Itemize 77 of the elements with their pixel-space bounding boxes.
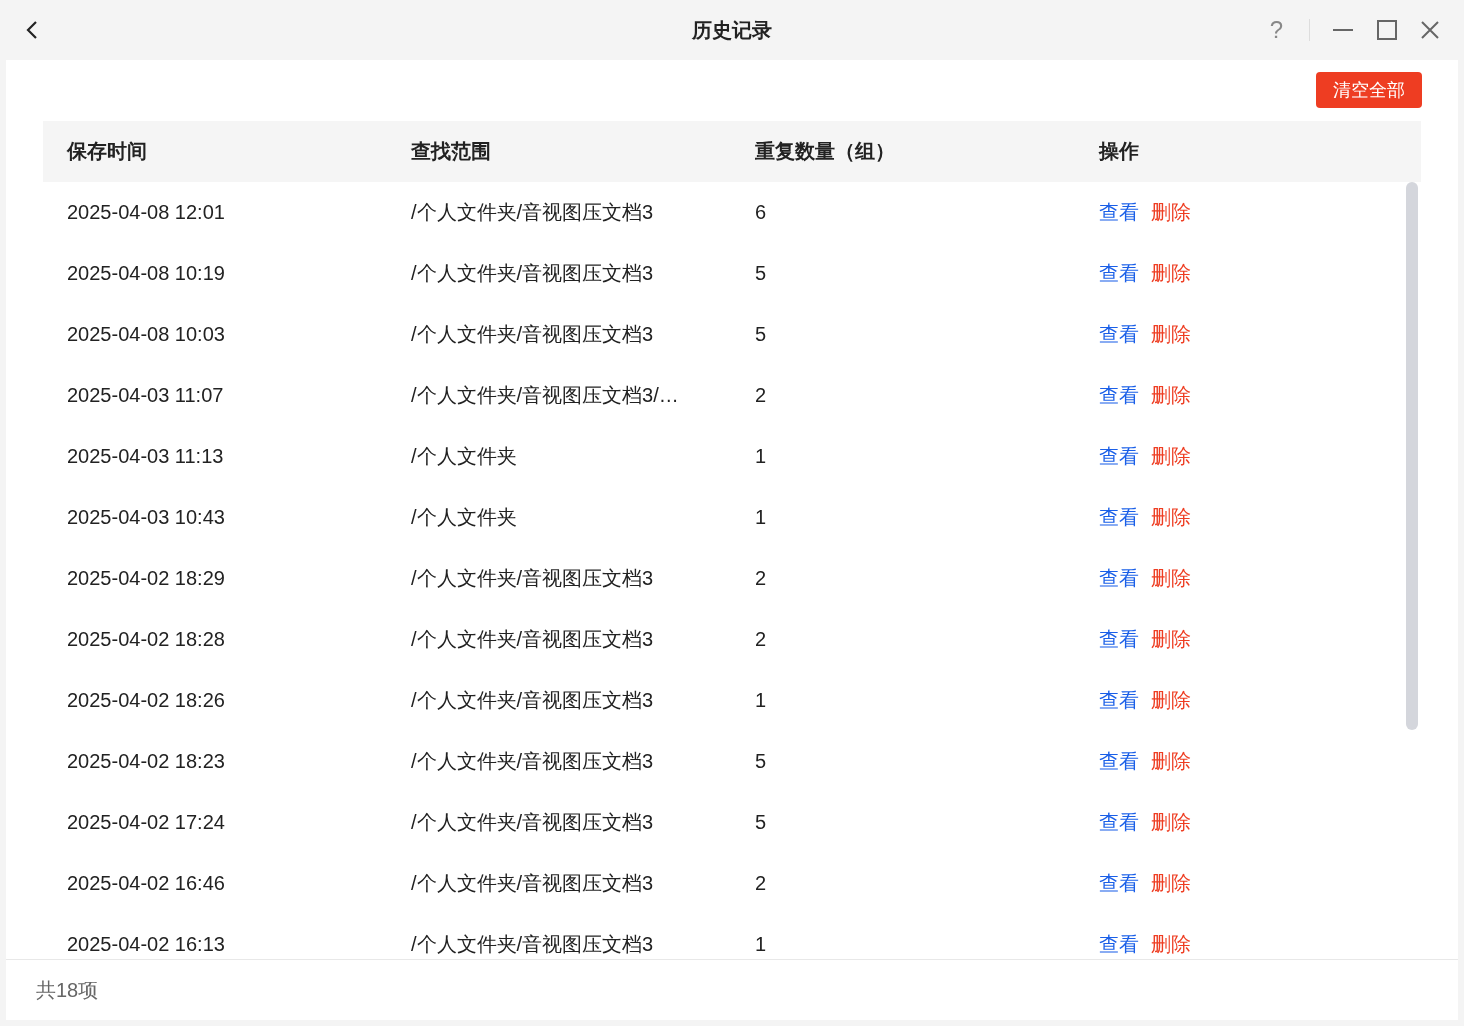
clear-all-button[interactable]: 清空全部 xyxy=(1316,72,1422,108)
view-link[interactable]: 查看 xyxy=(1099,626,1139,653)
table-cell-text: 2025-04-03 11:07 xyxy=(67,384,225,407)
table-cell-text: /个人文件夹 xyxy=(411,505,518,530)
column-header: 操作 xyxy=(1099,139,1140,164)
table-cell-text: /个人文件夹/音视图压文档3 xyxy=(411,566,655,591)
table-cell-text: 2025-04-02 18:28 xyxy=(67,628,226,651)
delete-link[interactable]: 删除 xyxy=(1151,687,1191,714)
view-link[interactable]: 查看 xyxy=(1099,199,1139,226)
table-cell-text: 2025-04-02 16:46 xyxy=(67,872,226,895)
table-cell-text: /个人文件夹 xyxy=(411,444,518,469)
table-cell-text: 2 xyxy=(755,628,768,651)
table-cell-text: 2 xyxy=(755,872,768,895)
table-cell-text: /个人文件夹/音视图压文档3 xyxy=(411,810,655,835)
table-cell-text: 2025-04-02 18:26 xyxy=(67,689,226,712)
table-cell-text: 2025-04-03 10:43 xyxy=(67,506,226,529)
table-cell-text: 2025-04-08 10:03 xyxy=(67,323,226,346)
close-icon[interactable] xyxy=(1420,20,1440,40)
table-cell-text: /个人文件夹/音视图压文档3 xyxy=(411,261,655,286)
delete-link[interactable]: 删除 xyxy=(1151,626,1191,653)
table-cell-text: /个人文件夹/音视图压文档3 xyxy=(411,200,655,225)
delete-link[interactable]: 删除 xyxy=(1151,443,1191,470)
delete-link[interactable]: 删除 xyxy=(1151,260,1191,287)
column-header: 查找范围 xyxy=(411,139,492,164)
view-link[interactable]: 查看 xyxy=(1099,809,1139,836)
table-cell-text: 5 xyxy=(755,262,768,285)
table-cell-text: 2 xyxy=(755,567,768,590)
column-header: 重复数量（组） xyxy=(755,139,896,164)
view-link[interactable]: 查看 xyxy=(1099,504,1139,531)
table-cell-text: 6 xyxy=(755,201,768,224)
scrollbar-thumb[interactable] xyxy=(1406,182,1418,730)
view-link[interactable]: 查看 xyxy=(1099,687,1139,714)
window-title: 历史记录 xyxy=(692,17,772,43)
view-link[interactable]: 查看 xyxy=(1099,565,1139,592)
item-count: 共18项 xyxy=(36,977,99,1003)
view-link[interactable]: 查看 xyxy=(1099,382,1139,409)
table-cell-text: /个人文件夹/音视图压文档3/… xyxy=(411,383,680,408)
table-cell-text: 2025-04-02 18:29 xyxy=(67,567,226,590)
table-cell-text: 2025-04-03 11:13 xyxy=(67,445,225,468)
table-cell-text: /个人文件夹/音视图压文档3 xyxy=(411,688,655,713)
delete-link[interactable]: 删除 xyxy=(1151,382,1191,409)
table-cell-text: 2025-04-02 17:24 xyxy=(67,811,226,834)
delete-link[interactable]: 删除 xyxy=(1151,565,1191,592)
view-link[interactable]: 查看 xyxy=(1099,931,1139,958)
view-link[interactable]: 查看 xyxy=(1099,260,1139,287)
table-cell-text: 2 xyxy=(755,384,768,407)
table-cell-text: 1 xyxy=(755,933,768,956)
table-cell-text: 1 xyxy=(755,506,768,529)
table-cell-text: /个人文件夹/音视图压文档3 xyxy=(411,932,655,957)
delete-link[interactable]: 删除 xyxy=(1151,199,1191,226)
maximize-icon[interactable] xyxy=(1376,19,1398,41)
column-header: 保存时间 xyxy=(67,139,148,164)
delete-link[interactable]: 删除 xyxy=(1151,321,1191,348)
view-link[interactable]: 查看 xyxy=(1099,443,1139,470)
table-cell-text: 2025-04-08 12:01 xyxy=(67,201,226,224)
delete-link[interactable]: 删除 xyxy=(1151,931,1191,958)
table-cell-text: 1 xyxy=(755,689,768,712)
delete-link[interactable]: 删除 xyxy=(1151,870,1191,897)
table-cell-text: /个人文件夹/音视图压文档3 xyxy=(411,749,655,774)
delete-link[interactable]: 删除 xyxy=(1151,748,1191,775)
table-cell-text: /个人文件夹/音视图压文档3 xyxy=(411,627,655,652)
view-link[interactable]: 查看 xyxy=(1099,321,1139,348)
table-cell-text: 5 xyxy=(755,811,768,834)
help-button[interactable]: ? xyxy=(1265,16,1287,44)
table-cell-text: 2025-04-02 16:13 xyxy=(67,933,226,956)
table-cell-text: /个人文件夹/音视图压文档3 xyxy=(411,322,655,347)
table-cell-text: 5 xyxy=(755,323,768,346)
delete-link[interactable]: 删除 xyxy=(1151,809,1191,836)
view-link[interactable]: 查看 xyxy=(1099,870,1139,897)
table-cell-text: 1 xyxy=(755,445,768,468)
delete-link[interactable]: 删除 xyxy=(1151,504,1191,531)
view-link[interactable]: 查看 xyxy=(1099,748,1139,775)
table-cell-text: 2025-04-08 10:19 xyxy=(67,262,226,285)
table-cell-text: 2025-04-02 18:23 xyxy=(67,750,226,773)
table-cell-text: /个人文件夹/音视图压文档3 xyxy=(411,871,655,896)
back-icon[interactable] xyxy=(26,20,38,40)
table-cell-text: 5 xyxy=(755,750,768,773)
